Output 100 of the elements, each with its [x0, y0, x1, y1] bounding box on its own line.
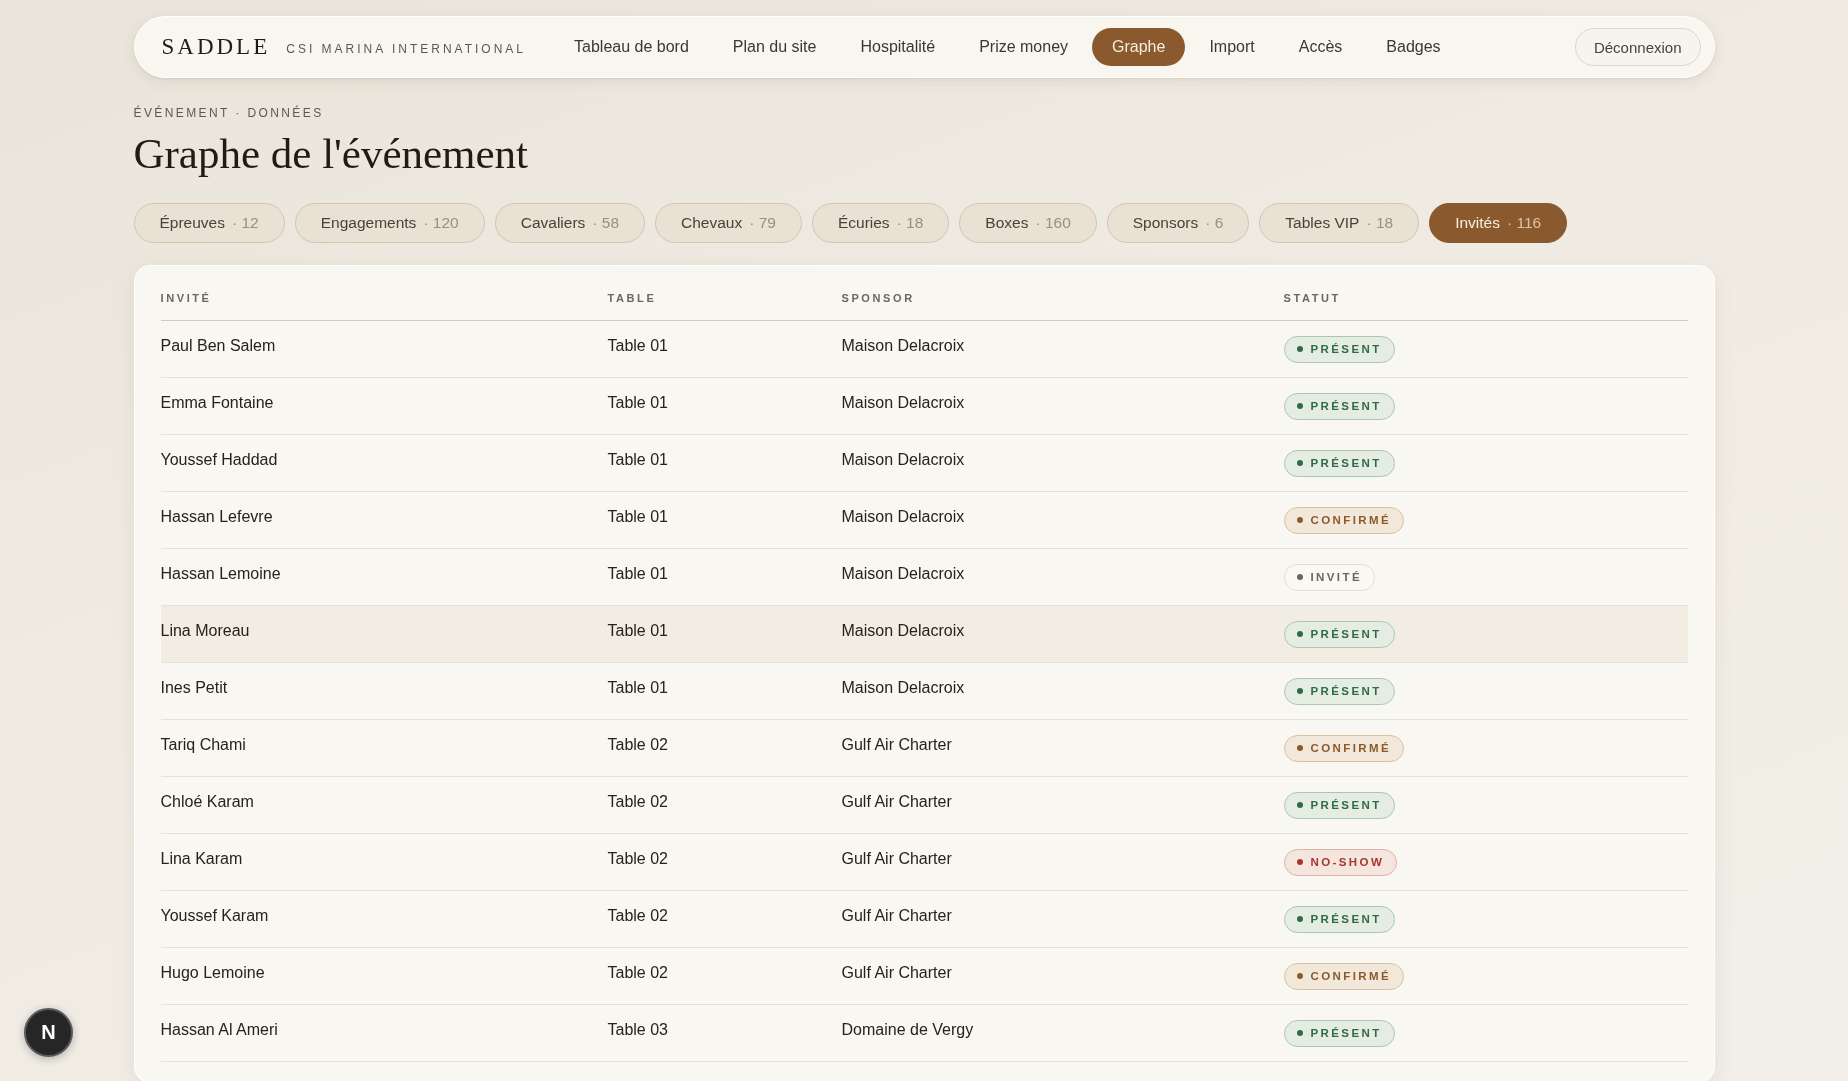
status-dot-icon — [1296, 745, 1303, 751]
status-dot-icon — [1296, 1030, 1303, 1036]
table-row[interactable]: Tariq Chami Table 02 Gulf Air Charter CONFIRMÉ — [160, 720, 1688, 777]
dev-tools-button[interactable]: N — [24, 1008, 73, 1057]
table-cell: Table 01 — [607, 337, 668, 355]
filter-tab[interactable]: Engagements · 120 — [294, 203, 485, 243]
filter-tab[interactable]: Sponsors · 6 — [1106, 203, 1250, 243]
table-cell: Table 01 — [607, 508, 668, 526]
status-dot-icon — [1296, 916, 1303, 922]
table-row[interactable]: Emma Fontaine Table 01 Maison Delacroix PRÉSENT — [160, 378, 1688, 435]
filter-tab[interactable]: Écuries · 18 — [811, 203, 950, 243]
table-cell: Tariq Chami — [160, 736, 246, 754]
status-dot-icon — [1296, 517, 1303, 523]
nav-tab[interactable]: Badges — [1366, 28, 1461, 66]
table-cell: Maison Delacroix — [841, 394, 965, 412]
column-header: INVITÉ — [160, 291, 212, 304]
nav-tab[interactable]: Import — [1189, 28, 1275, 66]
table-cell: Table 02 — [607, 907, 668, 925]
status-label: PRÉSENT — [1310, 628, 1382, 640]
status-dot-icon — [1296, 403, 1303, 409]
status-dot-icon — [1296, 973, 1303, 979]
column-header: SPONSOR — [841, 291, 915, 304]
brand-name: SADDLE — [161, 34, 271, 60]
table-cell: Maison Delacroix — [841, 622, 965, 640]
column-header: STATUT — [1283, 291, 1341, 304]
table-cell: Maison Delacroix — [841, 565, 965, 583]
table-cell: Youssef Karam — [160, 907, 269, 925]
status-dot-icon — [1296, 688, 1303, 694]
status-label: PRÉSENT — [1310, 400, 1382, 412]
table-cell: Maison Delacroix — [841, 508, 965, 526]
column-header: TABLE — [607, 291, 657, 304]
table-cell: Lina Karam — [160, 850, 243, 868]
table-row[interactable]: Ines Petit Table 01 Maison Delacroix PRÉSENT — [160, 663, 1688, 720]
status-label: CONFIRMÉ — [1310, 514, 1392, 526]
table-cell: Table 02 — [607, 736, 668, 754]
filter-tab[interactable]: Tables VIP · 18 — [1259, 203, 1420, 243]
table-cell: Gulf Air Charter — [841, 736, 952, 754]
status-dot-icon — [1296, 460, 1303, 466]
table-cell: Maison Delacroix — [841, 337, 965, 355]
nav-tab[interactable]: Hospitalité — [840, 28, 956, 66]
table-cell: Table 01 — [607, 394, 668, 412]
table-cell: Ines Petit — [160, 679, 228, 697]
table-cell: Emma Fontaine — [160, 394, 274, 412]
status-label: INVITÉ — [1310, 571, 1362, 583]
table-cell: Table 03 — [607, 1021, 668, 1039]
table-row[interactable]: Lina Karam Table 02 Gulf Air Charter NO-SHOW — [160, 834, 1688, 891]
nav-tab[interactable]: Prize money — [959, 28, 1089, 66]
filter-tab[interactable]: Épreuves · 12 — [133, 203, 285, 243]
status-label: PRÉSENT — [1310, 1027, 1382, 1039]
event-name: CSI MARINA INTERNATIONAL — [286, 42, 527, 56]
status-label: CONFIRMÉ — [1310, 742, 1392, 754]
table-cell: Gulf Air Charter — [841, 907, 952, 925]
table-cell: Table 01 — [607, 622, 668, 640]
status-label: NO-SHOW — [1310, 856, 1385, 868]
status-label: CONFIRMÉ — [1310, 970, 1392, 982]
status-label: PRÉSENT — [1310, 457, 1382, 469]
table-cell: Maison Delacroix — [841, 679, 965, 697]
table-cell: Table 02 — [607, 964, 668, 982]
table-cell: Table 01 — [607, 565, 668, 583]
table-cell: Chloé Karam — [160, 793, 254, 811]
table-cell: Youssef Haddad — [160, 451, 278, 469]
table-cell: Gulf Air Charter — [841, 793, 952, 811]
status-label: PRÉSENT — [1310, 685, 1382, 697]
table-cell: Table 01 — [607, 679, 668, 697]
table-cell: Gulf Air Charter — [841, 964, 952, 982]
status-label: PRÉSENT — [1310, 799, 1382, 811]
table-cell: Table 02 — [607, 850, 668, 868]
table-cell: Hassan Al Ameri — [160, 1021, 278, 1039]
nav-tab[interactable]: Graphe — [1092, 28, 1186, 66]
table-cell: Hugo Lemoine — [160, 964, 265, 982]
breadcrumb: ÉVÉNEMENT · DONNÉES — [133, 106, 325, 120]
table-cell: Hassan Lemoine — [160, 565, 281, 583]
table-cell: Table 01 — [607, 451, 668, 469]
table-cell: Paul Ben Salem — [160, 337, 276, 355]
filter-tab[interactable]: Invités · 116 — [1429, 203, 1568, 243]
table-cell: Maison Delacroix — [841, 451, 965, 469]
status-label: PRÉSENT — [1310, 913, 1382, 925]
table-cell: Table 02 — [607, 793, 668, 811]
table-row[interactable]: Youssef Karam Table 02 Gulf Air Charter PRÉSENT — [160, 891, 1688, 948]
nav-tab[interactable]: Plan du site — [712, 28, 837, 66]
table-row[interactable]: Chloé Karam Table 02 Gulf Air Charter PRÉSENT — [160, 777, 1688, 834]
status-dot-icon — [1296, 859, 1303, 865]
logout-button[interactable]: Déconnexion — [1574, 28, 1701, 66]
table-row[interactable]: Hugo Lemoine Table 02 Gulf Air Charter CONFIRMÉ — [160, 948, 1688, 1005]
status-dot-icon — [1296, 346, 1303, 352]
page-title: Graphe de l'événement — [133, 129, 530, 179]
table-row[interactable]: Paul Ben Salem Table 01 Maison Delacroix PRÉSENT — [160, 321, 1688, 378]
table-row[interactable]: Lina Moreau Table 01 Maison Delacroix PRÉSENT — [160, 606, 1688, 663]
table-row[interactable]: Hassan Al Ameri Table 03 Domaine de Vergy PRÉSENT — [160, 1005, 1688, 1062]
filter-tab[interactable]: Cavaliers · 58 — [494, 203, 646, 243]
filter-tab[interactable]: Chevaux · 79 — [655, 203, 802, 243]
status-dot-icon — [1296, 802, 1303, 808]
nav-tab[interactable]: Accès — [1278, 28, 1363, 66]
table-cell: Hassan Lefevre — [160, 508, 273, 526]
table-row[interactable]: Youssef Haddad Table 01 Maison Delacroix PRÉSENT — [160, 435, 1688, 492]
table-row[interactable]: Hassan Lefevre Table 01 Maison Delacroix CONFIRMÉ — [160, 492, 1688, 549]
table-cell: Lina Moreau — [160, 622, 250, 640]
status-dot-icon — [1296, 574, 1303, 580]
filter-tab[interactable]: Boxes · 160 — [959, 203, 1097, 243]
nav-tab[interactable]: Tableau de bord — [554, 28, 709, 66]
